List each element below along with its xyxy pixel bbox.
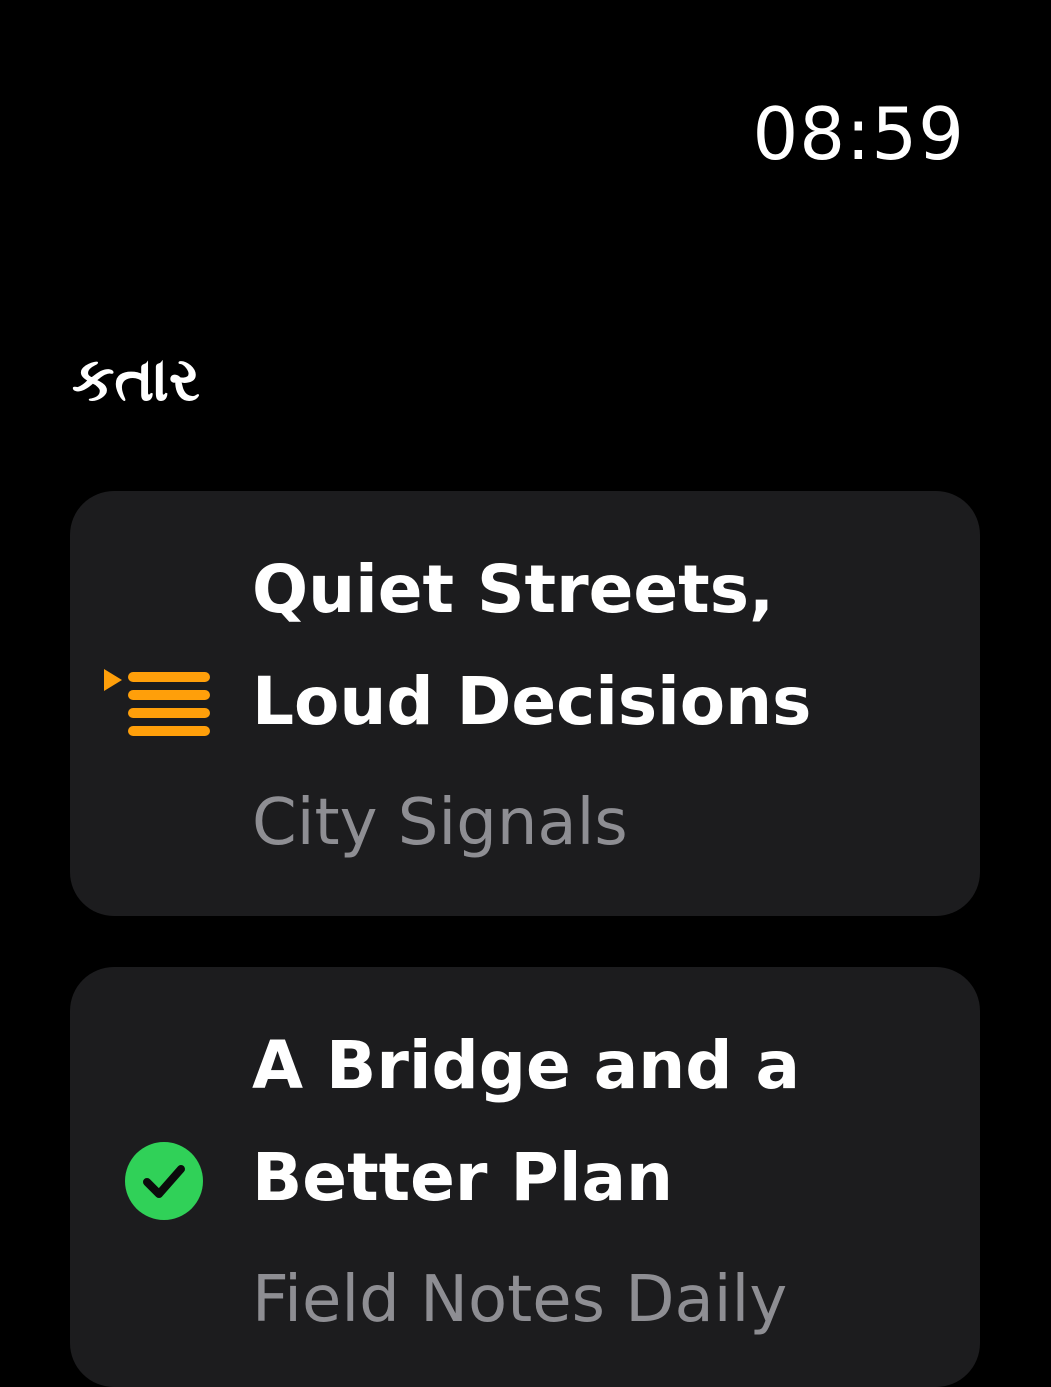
episode-title-line: Loud Decisions xyxy=(252,663,812,740)
episode-title: A Bridge and a Better Plan xyxy=(252,1010,952,1234)
played-checkmark-icon xyxy=(125,1142,203,1220)
status-time: 08:59 xyxy=(752,92,965,176)
episode-title-line: Quiet Streets, xyxy=(252,551,775,628)
show-name: Field Notes Daily xyxy=(252,1263,788,1337)
episode-title-line: A Bridge and a xyxy=(252,1027,801,1104)
now-playing-queue-icon xyxy=(104,669,210,736)
page-title: કતાર xyxy=(72,345,200,415)
episode-title: Quiet Streets, Loud Decisions xyxy=(252,534,952,758)
show-name: City Signals xyxy=(252,786,628,860)
episode-title-line: Better Plan xyxy=(252,1139,673,1216)
